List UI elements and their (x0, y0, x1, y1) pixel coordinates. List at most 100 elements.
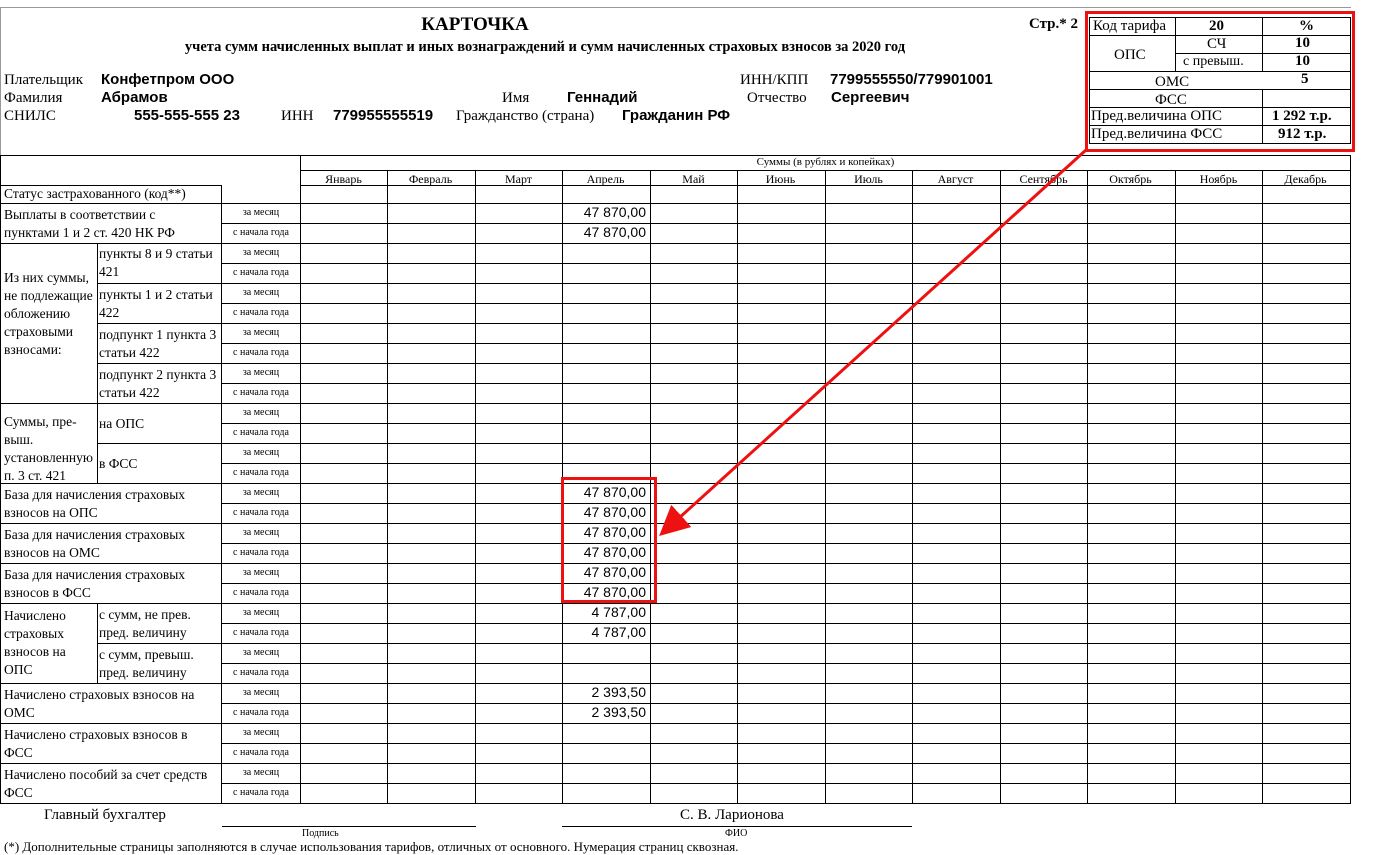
accrued-fss-label: Начислено страховых взносов в ФСС (4, 727, 188, 760)
row-line (221, 203, 1351, 204)
month-col-line (737, 170, 738, 803)
month-header-12: Декабрь (1284, 172, 1327, 186)
accountant-label: Главный бухгалтер (44, 807, 166, 823)
period-month-label: за месяц (242, 567, 280, 578)
period-year-label: с начала года (233, 547, 289, 558)
row-line (221, 323, 1351, 324)
row-line (221, 683, 1351, 684)
right-edge (1350, 155, 1351, 803)
left-block-line (0, 763, 221, 764)
row-line (221, 703, 1351, 704)
exempt-divider (97, 243, 98, 403)
left-edge (0, 155, 1, 803)
signature-line (222, 826, 476, 827)
sub-block-line (97, 643, 221, 644)
name-value: Геннадий (567, 89, 638, 106)
row-line (221, 503, 1351, 504)
period-year-label: с начала года (233, 307, 289, 318)
row-line (221, 483, 1351, 484)
excess-fss-label: в ФСС (99, 456, 138, 471)
tariff-highlight-box (1085, 11, 1355, 152)
excess-group-label: Суммы, пре-выш. установленную п. 3 ст. 4… (4, 414, 93, 483)
exempt-3-label: подпункт 1 пункта 3 статьи 422 (99, 327, 217, 360)
inn-kpp-value: 7799555550/779901001 (830, 71, 993, 88)
fio-caption: ФИО (725, 828, 748, 839)
row-line (221, 643, 1351, 644)
period-month-label: за месяц (242, 407, 280, 418)
page-number: Стр.* 2 (1029, 16, 1079, 32)
row-line (221, 223, 1351, 224)
month-header-5: Май (682, 172, 705, 186)
status-label: Статус застрахованного (код**) (4, 186, 186, 201)
base-oms-label: База для начисления страховых взносов на… (4, 527, 186, 560)
period-year-label: с начала года (233, 747, 289, 758)
period-month-label: за месяц (242, 447, 280, 458)
row-line (221, 543, 1351, 544)
period-month-label: за месяц (242, 767, 280, 778)
month-col-line (475, 170, 476, 803)
period-year-label: с начала года (233, 467, 289, 478)
month-header-9: Сентябрь (1019, 172, 1068, 186)
row-line (221, 243, 1351, 244)
row-line (221, 743, 1351, 744)
base-values-highlight-box (561, 477, 657, 603)
citizenship-label: Гражданство (страна) (456, 108, 595, 124)
period-year-label: с начала года (233, 427, 289, 438)
payer-value: Конфетпром ООО (101, 71, 235, 88)
status-right (221, 185, 222, 203)
accountant-name: С. В. Ларионова (680, 807, 784, 823)
sub-block-line (97, 363, 221, 364)
period-month-label: за месяц (242, 487, 280, 498)
period-month-label: за месяц (242, 527, 280, 538)
card-subtitle: учета сумм начисленных выплат и иных воз… (184, 39, 906, 55)
month-header-8: Август (937, 172, 974, 186)
row-line (221, 443, 1351, 444)
left-block-line (0, 603, 221, 604)
row-line (221, 563, 1351, 564)
accrued-oms-label: Начислено страховых взносов на ОМС (4, 687, 195, 720)
period-month-label: за месяц (242, 367, 280, 378)
month-header-11: Ноябрь (1199, 172, 1238, 186)
month-col-line (1000, 170, 1001, 803)
exempt-1-label: пункты 8 и 9 статьи 421 (99, 246, 213, 279)
period-year-label: с начала года (233, 347, 289, 358)
month-col-line (1087, 170, 1088, 803)
left-block-line (0, 203, 221, 204)
page-top-border (0, 7, 1351, 8)
april-payments-year: 47 870,00 (583, 224, 646, 240)
snils-value: 555-555-555 23 (134, 107, 240, 124)
accrued-ops-1-label: с сумм, не прев. пред. величину (99, 607, 191, 640)
benefits-label: Начислено пособий за счет средств ФСС (4, 767, 208, 800)
row-line (221, 783, 1351, 784)
row-line (221, 803, 1351, 804)
base-ops-label: База для начисления страховых взносов на… (4, 487, 186, 520)
card-title: КАРТОЧКА (421, 14, 529, 35)
sub-block-line (97, 323, 221, 324)
footnote: (*) Дополнительные страницы заполняются … (4, 839, 739, 854)
month-header-4: Апрель (586, 172, 625, 186)
period-year-label: с начала года (233, 707, 289, 718)
period-month-label: за месяц (242, 207, 280, 218)
month-header-10: Октябрь (1109, 172, 1152, 186)
accruals-table: Суммы (в рублях и копейках) Январь Феврал… (0, 155, 1351, 804)
citizenship-value: Гражданин РФ (622, 107, 731, 124)
row-line (221, 403, 1351, 404)
row-line (221, 523, 1351, 524)
signature-caption: Подпись (302, 828, 339, 839)
period-year-label: с начала года (233, 227, 289, 238)
row-line (221, 603, 1351, 604)
period-year-label: с начала года (233, 507, 289, 518)
payer-label: Плательщик (4, 72, 83, 88)
left-block-line (0, 403, 221, 404)
inn-kpp-label: ИНН/КПП (740, 72, 809, 88)
month-col-line (1175, 170, 1176, 803)
exempt-group-label: Из них суммы, не подлежащие обложению ст… (4, 270, 93, 357)
inn-label: ИНН (281, 108, 314, 124)
row-line (221, 363, 1351, 364)
month-col-line (1262, 170, 1263, 803)
base-fss-label: База для начисления страховых взносов в … (4, 567, 186, 600)
month-col-line (825, 170, 826, 803)
excess-divider (97, 403, 98, 483)
month-col-line (387, 170, 388, 803)
exempt-4-label: подпункт 2 пункта 3 статьи 422 (99, 367, 217, 400)
